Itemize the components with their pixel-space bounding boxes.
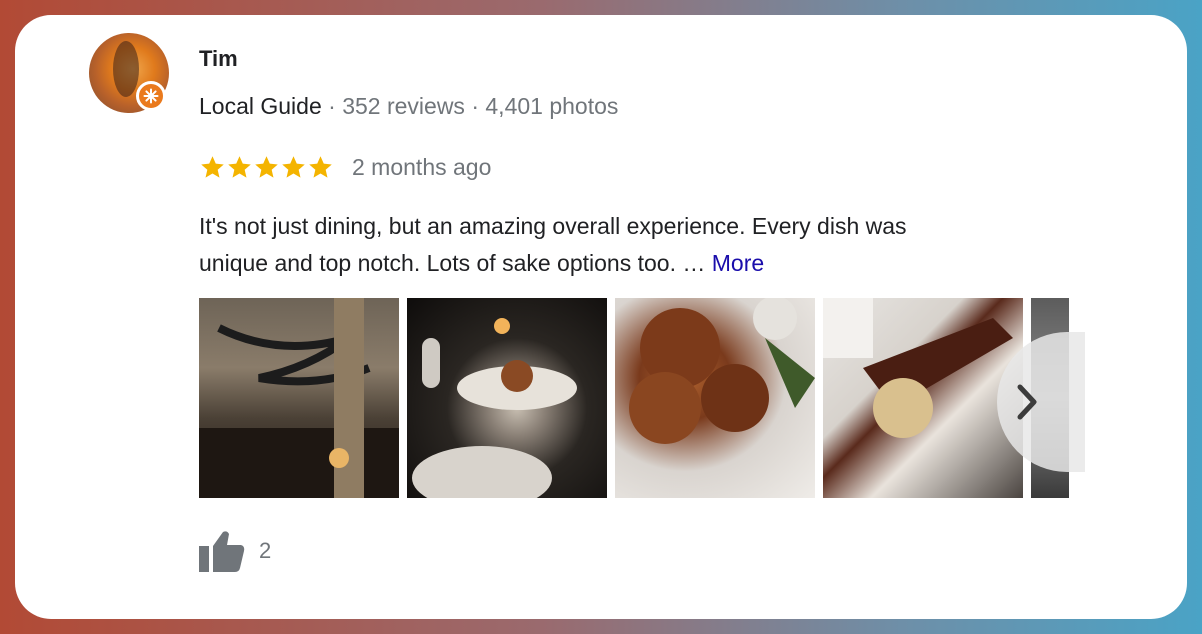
star-icon	[282, 155, 305, 178]
meta-separator: ·	[471, 93, 479, 119]
chocolate-ice-cream-photo[interactable]	[823, 298, 1023, 498]
star-icon	[201, 155, 224, 178]
star-icon	[309, 155, 332, 178]
review-time: 2 months ago	[352, 153, 492, 180]
chevron-right-icon	[1017, 384, 1037, 420]
local-guide-badge-icon	[136, 81, 166, 111]
local-guide-label: Local Guide	[199, 93, 322, 119]
like-count: 2	[259, 538, 272, 563]
star-icon	[228, 155, 251, 178]
like-row: 2	[199, 530, 271, 572]
rating-row: 2 months ago	[199, 151, 491, 183]
review-text: It's not just dining, but an amazing ove…	[199, 208, 1059, 282]
star-icon	[255, 155, 278, 178]
review-card: Tim Local Guide · 352 reviews · 4,401 ph…	[15, 15, 1187, 619]
meta-separator: ·	[328, 93, 336, 119]
table-dishes-photo[interactable]	[407, 298, 607, 498]
reviewer-name[interactable]: Tim	[199, 46, 238, 72]
restaurant-interior-photo[interactable]	[199, 298, 399, 498]
star-rating	[199, 154, 334, 181]
reviewer-meta: Local Guide · 352 reviews · 4,401 photos	[199, 93, 618, 120]
more-link[interactable]: More	[712, 250, 764, 276]
thumbs-up-icon[interactable]	[199, 530, 245, 572]
avatar-image	[113, 41, 139, 97]
fried-dessert-photo[interactable]	[615, 298, 815, 498]
review-count: 352 reviews	[342, 93, 465, 119]
photo-carousel	[199, 298, 1069, 498]
review-text-line-1: It's not just dining, but an amazing ove…	[199, 213, 907, 239]
photo-count: 4,401 photos	[485, 93, 619, 119]
review-text-line-2: unique and top notch. Lots of sake optio…	[199, 250, 712, 276]
